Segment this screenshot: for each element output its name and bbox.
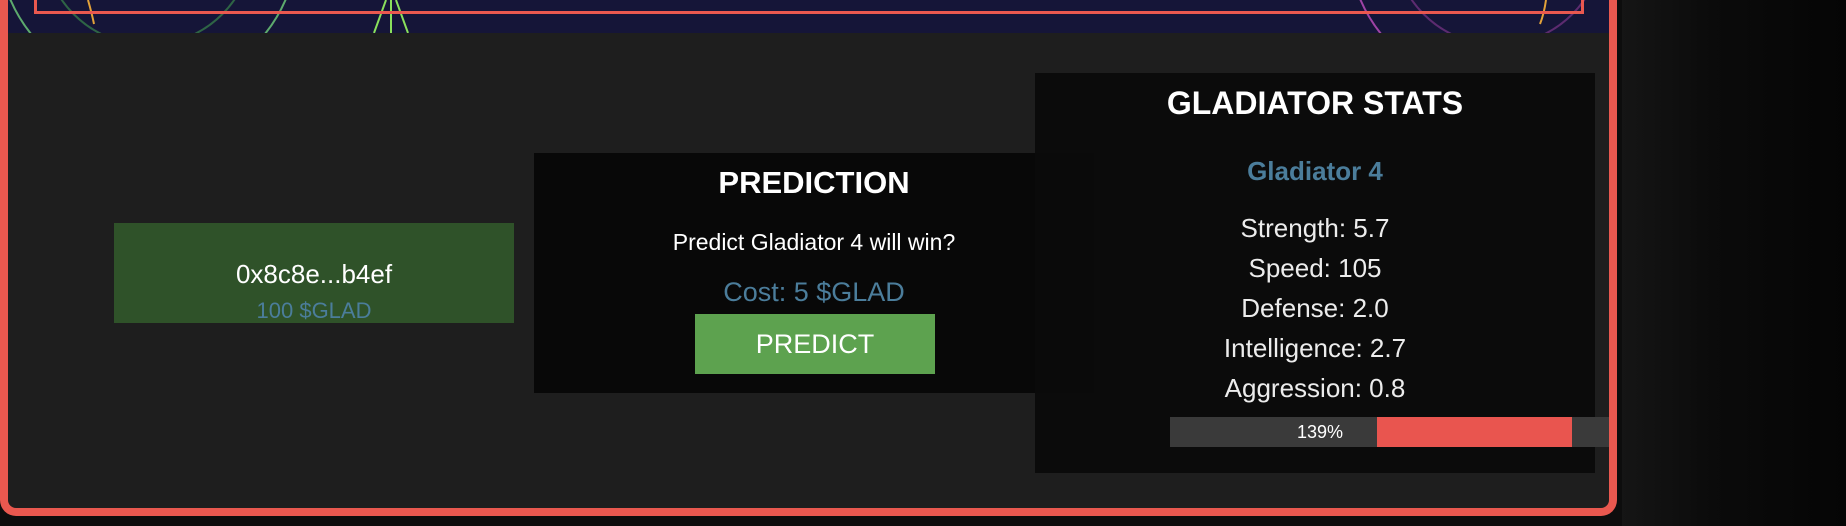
game-panel: 0x8c8e...b4ef 100 $GLAD PREDICTION Predi… (0, 0, 1617, 516)
gladiator-stats-panel: GLADIATOR STATS Gladiator 4 Strength: 5.… (1035, 73, 1609, 473)
arena-inner-border (34, 0, 1584, 14)
prediction-cost: Cost: 5 $GLAD (723, 277, 905, 307)
arena-view (8, 0, 1609, 33)
stat-strength: Strength: 5.7 (1240, 213, 1390, 243)
wallet-panel: 0x8c8e...b4ef 100 $GLAD (114, 223, 514, 323)
page-background-right (1622, 0, 1846, 526)
health-percent-label: 139% (1296, 422, 1344, 442)
stat-intelligence: Intelligence: 2.7 (1223, 333, 1407, 363)
predict-button[interactable]: PREDICT (695, 314, 935, 374)
stat-speed: Speed: 105 (1248, 253, 1382, 283)
prediction-title: PREDICTION (718, 165, 910, 200)
stat-aggression: Aggression: 0.8 (1224, 373, 1406, 403)
stats-title: GLADIATOR STATS (1166, 85, 1464, 121)
health-bar: 139% (1170, 417, 1609, 447)
stat-defense: Defense: 2.0 (1241, 293, 1389, 323)
wallet-balance: 100 $GLAD (256, 298, 372, 323)
gladiator-name: Gladiator 4 (1247, 156, 1383, 186)
prediction-panel: PREDICTION Predict Gladiator 4 will win?… (534, 153, 1094, 393)
wallet-address: 0x8c8e...b4ef (235, 259, 393, 289)
prediction-question: Predict Gladiator 4 will win? (672, 229, 956, 255)
